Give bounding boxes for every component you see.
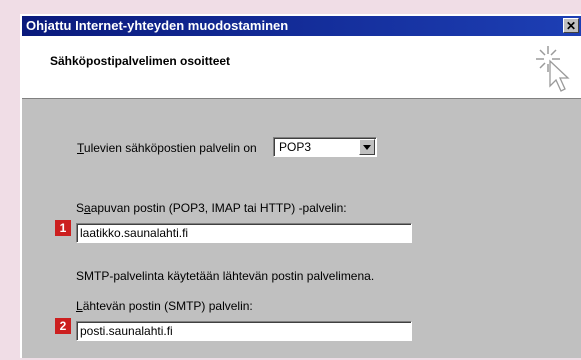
wizard-body: Tulevien sähköpostien palvelin on POP3 S… (22, 99, 581, 360)
outgoing-server-label: Lähtevän postin (SMTP) palvelin: (76, 299, 253, 313)
page-title: Sähköpostipalvelimen osoitteet (50, 54, 231, 68)
incoming-type-select[interactable]: POP3 (273, 137, 377, 157)
chevron-down-icon[interactable] (359, 139, 375, 155)
step-badge-1: 1 (55, 220, 71, 236)
incoming-type-value: POP3 (279, 140, 312, 154)
step-badge-2: 2 (55, 318, 71, 334)
wizard-cursor-icon (536, 46, 570, 92)
close-icon: ✕ (565, 19, 577, 33)
window-title: Ohjattu Internet-yhteyden muodostaminen (26, 18, 289, 33)
close-button[interactable]: ✕ (563, 18, 579, 33)
incoming-type-label: Tulevien sähköpostien palvelin on (77, 141, 257, 155)
smtp-info-text: SMTP-palvelinta käytetään lähtevän posti… (76, 269, 375, 283)
incoming-server-input[interactable] (76, 223, 412, 243)
incoming-server-label: Saapuvan postin (POP3, IMAP tai HTTP) -p… (76, 201, 347, 215)
title-bar[interactable]: Ohjattu Internet-yhteyden muodostaminen … (22, 16, 581, 36)
wizard-window: Ohjattu Internet-yhteyden muodostaminen … (20, 14, 581, 358)
wizard-header: Sähköpostipalvelimen osoitteet (22, 36, 581, 99)
outgoing-server-input[interactable] (76, 321, 412, 341)
